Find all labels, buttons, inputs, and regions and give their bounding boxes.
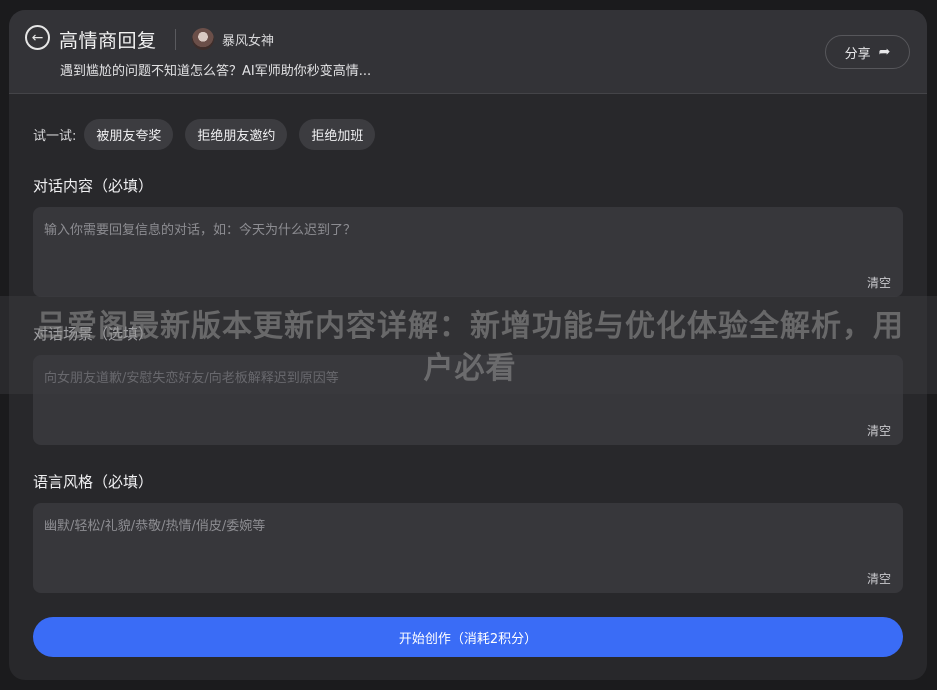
share-arrow-icon: ➦ <box>878 44 891 60</box>
dialog-scene-clear-button[interactable]: 清空 <box>867 422 891 439</box>
language-style-input[interactable]: 幽默/轻松/礼貌/恭敬/热情/俏皮/委婉等 清空 <box>33 503 903 593</box>
page-title: 高情商回复 <box>59 30 157 52</box>
language-style-label: 语言风格（必填） <box>33 473 154 491</box>
watermark-text: 吕爱阁最新版本更新内容详解：新增功能与优化体验全解析，用户必看 <box>36 309 904 386</box>
dialog-content-input[interactable]: 输入你需要回复信息的对话，如：今天为什么迟到了？ 清空 <box>33 207 903 297</box>
language-style-clear-button[interactable]: 清空 <box>867 570 891 587</box>
chip-decline-friend-invite[interactable]: 拒绝朋友邀约 <box>185 118 288 150</box>
try-label: 试一试: <box>33 128 77 144</box>
start-create-button[interactable]: 开始创作（消耗2积分） <box>33 617 903 657</box>
chip-decline-overtime[interactable]: 拒绝加班 <box>299 118 376 150</box>
dialog-content-clear-button[interactable]: 清空 <box>867 274 891 291</box>
avatar[interactable] <box>192 28 214 50</box>
dialog-content-placeholder: 输入你需要回复信息的对话，如：今天为什么迟到了？ <box>44 223 357 238</box>
try-row: 试一试: 被朋友夸奖 拒绝朋友邀约 拒绝加班 <box>33 118 387 150</box>
header-divider <box>175 29 176 50</box>
share-label: 分享 <box>844 46 871 62</box>
share-button[interactable]: 分享 ➦ <box>825 35 910 69</box>
dialog-content-label: 对话内容（必填） <box>33 177 154 195</box>
chip-praised-by-friend[interactable]: 被朋友夸奖 <box>84 118 174 150</box>
page-subtitle: 遇到尴尬的问题不知道怎么答？AI军师助你秒变高情... <box>60 64 372 79</box>
author-name[interactable]: 暴风女神 <box>222 30 274 49</box>
language-style-placeholder: 幽默/轻松/礼貌/恭敬/热情/俏皮/委婉等 <box>44 519 266 534</box>
back-arrow-icon[interactable]: ← <box>25 25 50 50</box>
app-header: ← 高情商回复 暴风女神 遇到尴尬的问题不知道怎么答？AI军师助你秒变高情...… <box>9 10 927 94</box>
